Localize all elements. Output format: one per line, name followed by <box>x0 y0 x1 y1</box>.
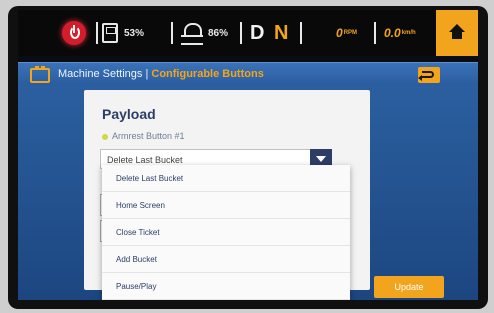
display-screen: 53% 86% D N 0 RPM 0.0 km/h Machine Setti… <box>18 10 478 300</box>
gear-neutral: N <box>274 21 289 44</box>
power-icon[interactable] <box>62 21 86 45</box>
fuel-icon <box>102 23 118 43</box>
speed-value: 0.0 <box>384 26 401 40</box>
breadcrumb-section: Machine Settings <box>58 68 143 80</box>
breadcrumb: Machine Settings | Configurable Buttons <box>58 68 264 80</box>
dropdown-option[interactable]: Close Ticket <box>102 219 350 246</box>
dropdown-option[interactable]: Pause/Play <box>102 273 350 300</box>
status-divider <box>374 22 376 44</box>
breadcrumb-page: Configurable Buttons <box>151 68 264 80</box>
machine-icon <box>30 66 50 83</box>
status-divider <box>300 22 302 44</box>
dropdown-list: Delete Last Bucket Home Screen Close Tic… <box>102 165 350 300</box>
def-icon <box>181 23 203 45</box>
field-label: Armrest Button #1 <box>112 131 185 141</box>
title-bar: Machine Settings | Configurable Buttons <box>18 62 478 86</box>
gear-drive: D <box>250 21 265 44</box>
home-icon <box>449 24 465 40</box>
speed-readout: 0.0 km/h <box>384 22 416 44</box>
dropdown-option[interactable]: Home Screen <box>102 192 350 219</box>
select-value: Delete Last Bucket <box>107 155 183 165</box>
speed-unit: km/h <box>401 30 416 36</box>
dropdown-option[interactable]: Add Bucket <box>102 246 350 273</box>
home-button[interactable] <box>436 10 478 56</box>
rpm-unit: RPM <box>343 30 358 36</box>
status-bar: 53% 86% D N 0 RPM 0.0 km/h <box>18 10 478 56</box>
card-heading: Payload <box>102 106 156 122</box>
status-divider <box>171 22 173 44</box>
status-divider <box>96 22 98 44</box>
update-button[interactable]: Update <box>374 276 444 298</box>
back-button[interactable] <box>418 67 440 83</box>
def-percent: 86% <box>208 27 229 39</box>
fuel-percent: 53% <box>124 27 145 39</box>
field-indicator <box>102 134 108 140</box>
dropdown-option[interactable]: Delete Last Bucket <box>102 165 350 192</box>
rpm-value: 0 <box>336 26 343 40</box>
back-icon <box>418 71 434 81</box>
status-divider <box>240 22 242 44</box>
rpm-readout: 0 RPM <box>336 22 357 44</box>
